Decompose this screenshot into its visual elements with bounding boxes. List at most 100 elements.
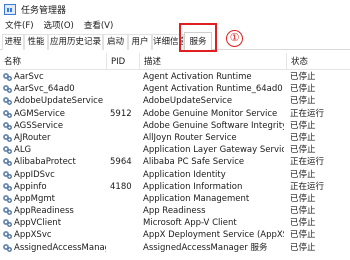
table-row[interactable]: AssignedAccessManagerSvc AssignedAccessMa… [0,242,350,254]
service-pid [110,95,140,107]
service-status: 正在运行 [290,157,325,168]
column-header-status[interactable]: 状态 [287,52,308,70]
service-pid [110,217,140,229]
service-pid [110,205,140,217]
tab-bar: 进程 性能 应用历史记录 启动 用户 详细信息 服务 [0,32,350,51]
service-status: 已停止 [290,132,316,143]
menu-options[interactable]: 选项(O) [39,19,79,31]
service-status: 已停止 [290,206,316,217]
table-row[interactable]: AppIDSvc Application Identity 已停止 [0,169,350,181]
service-status: 已停止 [290,145,316,156]
service-gear-icon [3,194,12,203]
service-gear-icon [3,146,12,155]
table-row[interactable]: AJRouter AllJoyn Router Service 已停止 [0,132,350,144]
service-description: Application Information [143,181,243,192]
service-gear-icon [3,231,12,240]
table-row[interactable]: AarSvc Agent Activation Runtime 已停止 [0,71,350,83]
service-pid: 5912 [110,108,132,119]
service-gear-icon [3,97,12,106]
task-manager-icon [4,3,16,15]
tab-users[interactable]: 用户 [128,34,152,50]
table-header: 名称 PID 描述 状态 [0,52,350,70]
service-name: AssignedAccessManagerSvc [14,242,106,253]
service-gear-icon [3,121,12,130]
service-name: Appinfo [14,181,47,192]
highlight-box [179,23,217,52]
menu-file[interactable]: 文件(F) [0,19,39,31]
table-row[interactable]: AppMgmt Application Management 已停止 [0,193,350,205]
table-row[interactable]: AppVClient Microsoft App-V Client 已停止 [0,217,350,229]
tab-startup[interactable]: 启动 [103,34,128,50]
service-status: 已停止 [290,72,316,82]
service-pid [110,229,140,241]
service-status: 已停止 [290,218,316,229]
column-header-name[interactable]: 名称 [0,52,21,70]
service-description: Microsoft App-V Client [143,218,237,229]
service-status: 已停止 [290,96,316,107]
service-gear-icon [3,207,12,216]
service-description: Application Layer Gateway Service [143,145,284,156]
column-header-pid[interactable]: PID [107,52,125,70]
service-name: AppVClient [14,218,62,229]
column-header-description[interactable]: 描述 [140,52,161,70]
service-gear-icon [3,243,12,252]
service-name: AGSService [14,120,64,131]
service-gear-icon [3,73,12,81]
service-description: AssignedAccessManager 服务 [143,242,268,253]
service-status: 正在运行 [290,108,325,119]
table-row[interactable]: AarSvc_64ad0 Agent Activation Runtime_64a… [0,83,350,95]
service-pid: 5964 [110,157,132,168]
service-description: AllJoyn Router Service [143,132,237,143]
tab-performance[interactable]: 性能 [24,34,48,50]
service-status: 正在运行 [290,181,325,192]
table-row[interactable]: AppXSvc AppX Deployment Service (AppXSV..… [0,229,350,241]
service-description: App Readiness [143,206,206,217]
service-pid [110,144,140,156]
table-row[interactable]: AppReadiness App Readiness 已停止 [0,205,350,217]
service-name: AJRouter [14,132,51,143]
service-gear-icon [3,85,12,94]
tab-app-history[interactable]: 应用历史记录 [48,34,103,50]
services-table: AarSvc Agent Activation Runtime 已停止 AarSvc_… [0,71,350,260]
service-pid [110,120,140,132]
service-name: AppIDSvc [14,169,55,180]
service-pid: 4180 [110,181,132,192]
menu-view[interactable]: 查看(V) [79,19,118,31]
service-name: AppReadiness [14,206,74,217]
service-description: Application Identity [143,169,226,180]
service-pid [110,71,140,83]
service-pid [110,193,140,205]
service-name: AarSvc_64ad0 [14,84,75,95]
service-name: AdobeUpdateService [14,96,104,107]
service-gear-icon [3,219,12,228]
title-bar: 任务管理器 [0,0,350,18]
service-name: ALG [14,145,32,156]
service-description: Adobe Genuine Software Integrity ... [143,120,284,131]
table-row[interactable]: AdobeUpdateService AdobeUpdateService 已停止 [0,95,350,107]
service-gear-icon [3,158,12,167]
service-status: 已停止 [290,84,316,95]
service-status: 已停止 [290,193,316,204]
service-description: AdobeUpdateService [143,96,233,107]
service-gear-icon [3,133,12,142]
service-description: Application Management [143,193,250,204]
service-name: AGMService [14,108,65,119]
service-gear-icon [3,170,12,179]
table-row[interactable]: ALG Application Layer Gateway Service 已停止 [0,144,350,156]
tab-processes[interactable]: 进程 [2,34,24,50]
service-gear-icon [3,109,12,118]
service-name: AppXSvc [14,230,52,241]
table-row[interactable]: AlibabaProtect 5964 Alibaba PC Safe Servic… [0,156,350,168]
callout-marker: ① [226,30,243,47]
table-row[interactable]: Appinfo 4180 Application Information 正在运行 [0,181,350,193]
service-description: Agent Activation Runtime_64ad0 [143,84,283,95]
table-row[interactable]: AGSService Adobe Genuine Software Integri… [0,120,350,132]
service-name: AlibabaProtect [14,157,76,168]
service-description: Agent Activation Runtime [143,72,252,82]
service-description: AppX Deployment Service (AppXSV... [143,230,284,241]
service-pid [110,169,140,181]
service-status: 已停止 [290,120,316,131]
table-row[interactable]: AGMService 5912 Adobe Genuine Monitor Serv… [0,108,350,120]
service-name: AppMgmt [14,193,55,204]
service-description: Adobe Genuine Monitor Service [143,108,278,119]
